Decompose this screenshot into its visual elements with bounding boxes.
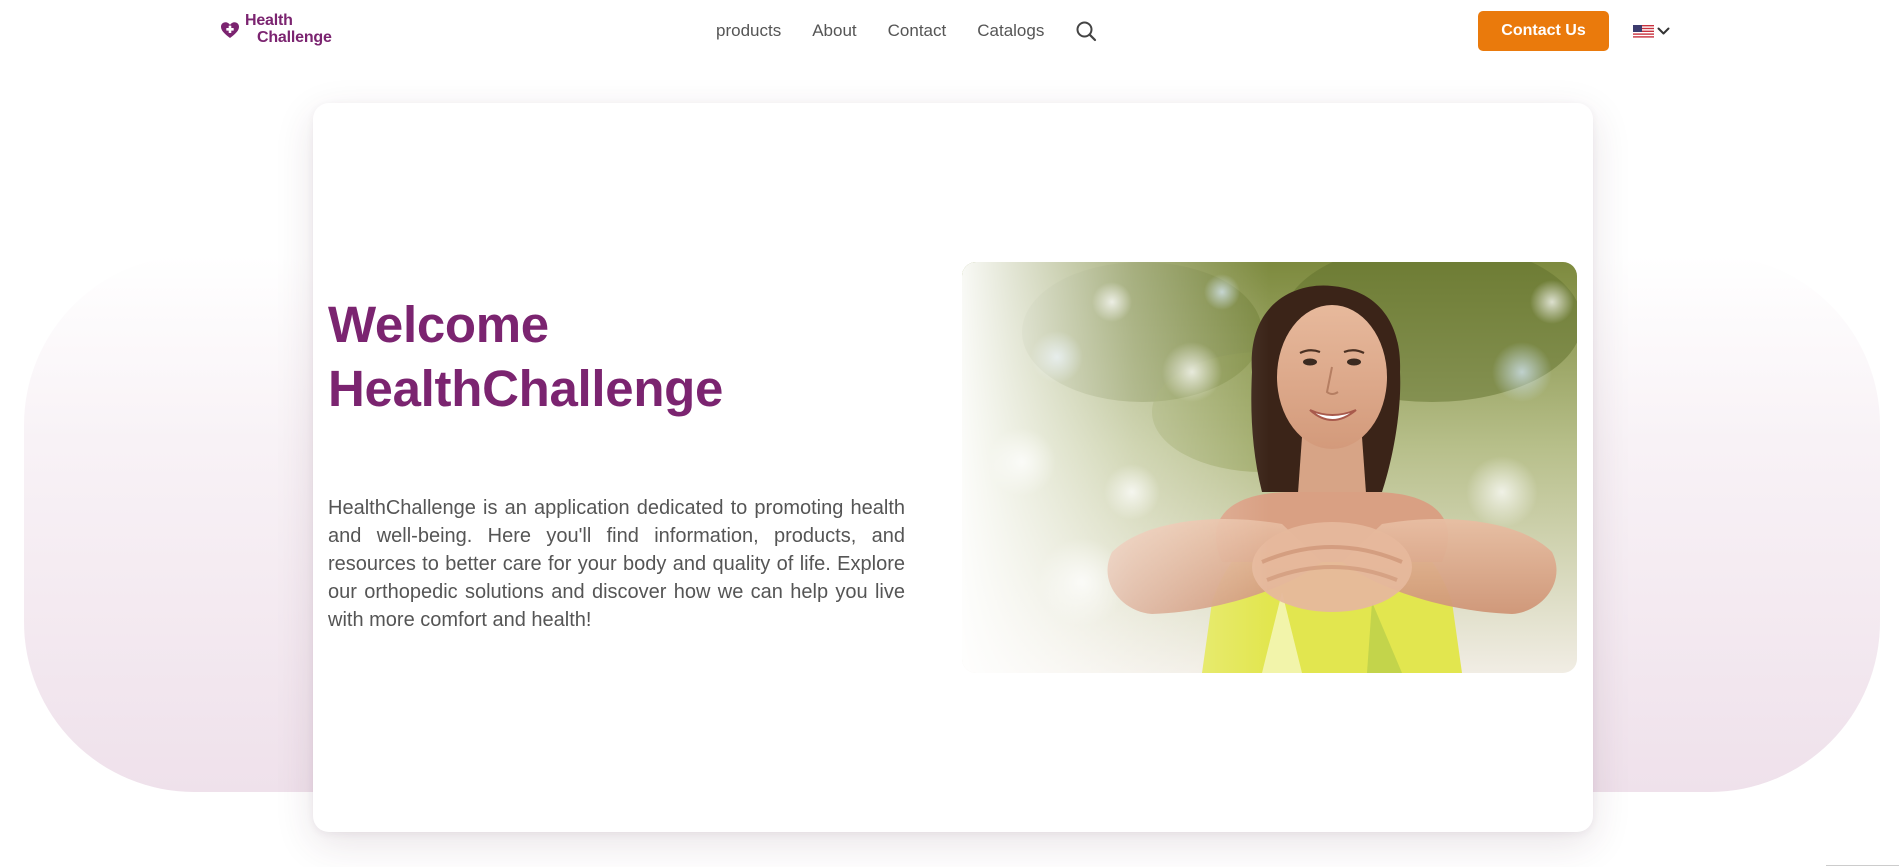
brand-name-line2: Challenge [257, 29, 332, 46]
hero-title-line2: HealthChallenge [328, 360, 724, 417]
nav-item-catalogs[interactable]: Catalogs [977, 19, 1044, 43]
page: Health Challenge products About Contact … [0, 0, 1899, 867]
nav-item-contact[interactable]: Contact [888, 19, 947, 43]
brand-name: Health Challenge [245, 12, 332, 46]
divider-line [1826, 865, 1899, 866]
hero-card: Welcome HealthChallenge HealthChallenge … [313, 103, 1593, 832]
brand-logo[interactable]: Health Challenge [220, 12, 350, 52]
search-icon[interactable] [1075, 20, 1097, 42]
hero-image [962, 262, 1577, 673]
hero-title: Welcome HealthChallenge [328, 293, 723, 421]
heart-plus-icon [221, 22, 239, 38]
nav-item-about[interactable]: About [812, 19, 856, 43]
chevron-down-icon [1657, 27, 1670, 35]
contact-us-button[interactable]: Contact Us [1478, 11, 1609, 51]
site-header: Health Challenge products About Contact … [0, 0, 1899, 62]
nav-item-products[interactable]: products [716, 19, 781, 43]
language-selector[interactable] [1633, 22, 1670, 40]
brand-name-line1: Health [245, 12, 293, 29]
hero-description: HealthChallenge is an application dedica… [328, 497, 905, 631]
hero-title-line1: Welcome [328, 296, 549, 353]
main-nav: products About Contact Catalogs [716, 19, 1097, 43]
us-flag-icon [1633, 24, 1654, 38]
